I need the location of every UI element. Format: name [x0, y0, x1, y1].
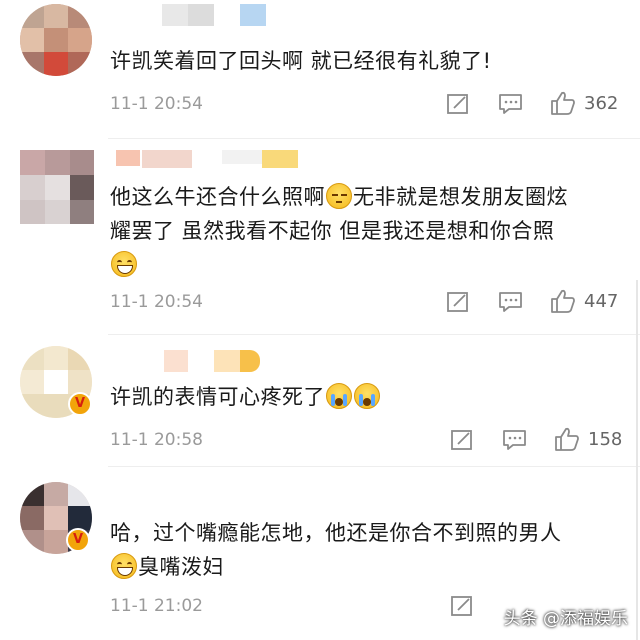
edit-icon[interactable]: [450, 428, 474, 452]
comment-item: 他这么牛还合什么照啊 无非就是想发朋友圈炫 耀罢了 虽然我看不起你 但是我还是想和…: [0, 140, 640, 336]
username[interactable]: [112, 350, 272, 374]
divider: [108, 466, 640, 467]
thumbs-up-icon[interactable]: [550, 288, 576, 313]
comment-icon[interactable]: [502, 428, 528, 452]
username[interactable]: [112, 150, 312, 174]
edit-icon[interactable]: [446, 92, 470, 116]
comment-time: 11-1 20:58: [110, 430, 203, 450]
verified-badge-icon: V: [66, 528, 90, 552]
username[interactable]: [112, 4, 272, 28]
grin-emoji-icon: [111, 251, 137, 277]
scrollbar-track[interactable]: [636, 280, 638, 640]
edit-icon[interactable]: [450, 594, 474, 618]
divider: [108, 334, 640, 335]
comment-text-segment: 无非就是想发朋友圈炫: [353, 185, 568, 209]
divider: [108, 138, 640, 139]
comment-time: 11-1 21:02: [110, 596, 203, 616]
thumbs-up-icon[interactable]: [550, 90, 576, 115]
like-count: 158: [588, 429, 623, 450]
comment-item: V 哈，过个嘴瘾能怎地，他还是你合不到照的男人 臭嘴泼妇 11-1 21:02 …: [0, 468, 640, 639]
crying-emoji-icon: [326, 383, 352, 409]
comment-text: 他这么牛还合什么照啊 无非就是想发朋友圈炫 耀罢了 虽然我看不起你 但是我还是想和…: [110, 180, 620, 282]
watermark: 头条 @添福娱乐: [503, 609, 628, 629]
crying-emoji-icon: [354, 383, 380, 409]
comment-text-segment: 许凯的表情可心疼死了: [110, 385, 325, 409]
like-count: 362: [584, 93, 619, 114]
sleepy-emoji-icon: [326, 183, 352, 209]
comment-text-segment: 耀罢了 虽然我看不起你 但是我还是想和你合照: [110, 219, 555, 243]
comment-text: 许凯笑着回了回头啊 就已经很有礼貌了!: [110, 49, 492, 73]
grin-emoji-icon: [111, 553, 137, 579]
comment-text: 许凯的表情可心疼死了: [110, 380, 620, 414]
comment-item: 许凯笑着回了回头啊 就已经很有礼貌了! 11-1 20:54 362: [0, 0, 640, 140]
comment-icon[interactable]: [498, 290, 524, 314]
like-count: 447: [584, 291, 619, 312]
comment-text: 哈，过个嘴瘾能怎地，他还是你合不到照的男人 臭嘴泼妇: [110, 516, 620, 584]
avatar[interactable]: [20, 150, 94, 224]
verified-badge-icon: V: [68, 392, 92, 416]
thumbs-up-icon[interactable]: [554, 426, 580, 451]
comment-icon[interactable]: [498, 92, 524, 116]
comment-time: 11-1 20:54: [110, 94, 203, 114]
comment-text-segment: 臭嘴泼妇: [138, 555, 224, 579]
comment-text-segment: 他这么牛还合什么照啊: [110, 185, 325, 209]
comment-time: 11-1 20:54: [110, 292, 203, 312]
edit-icon[interactable]: [446, 290, 470, 314]
comment-item: V 许凯的表情可心疼死了 11-1 20:58 158: [0, 336, 640, 470]
avatar[interactable]: [20, 4, 92, 76]
comment-text-segment: 哈，过个嘴瘾能怎地，他还是你合不到照的男人: [110, 521, 562, 545]
